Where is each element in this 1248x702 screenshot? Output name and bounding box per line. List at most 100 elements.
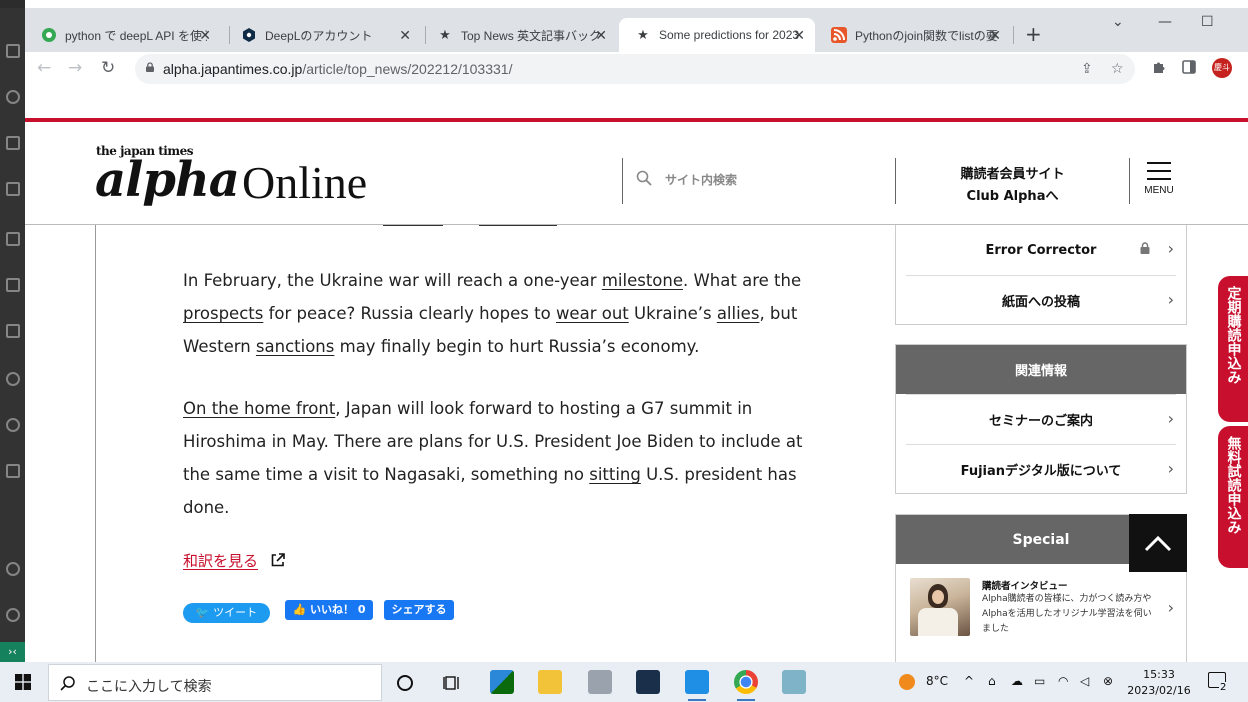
notebook-icon[interactable]: [6, 324, 20, 338]
gear-icon[interactable]: [6, 608, 20, 622]
deepl-icon: [241, 27, 257, 43]
browser-tab[interactable]: python で deepL API を使う ✕: [25, 18, 221, 52]
search-icon[interactable]: [636, 170, 652, 186]
chevron-up-icon: [1144, 535, 1172, 552]
sidebar-item-digital-edition[interactable]: Fujianデジタル版について ›: [906, 444, 1176, 494]
chevron-right-icon: ›: [1167, 409, 1174, 428]
browser-tab[interactable]: ★ Top News 英文記事バックナ ✕: [421, 18, 617, 52]
vocab-link[interactable]: On the home front: [183, 399, 335, 418]
extensions-icon[interactable]: [6, 232, 20, 246]
source-control-icon[interactable]: [6, 136, 20, 150]
text: In February, the Ukraine war will reach …: [183, 271, 602, 290]
tab-title: Some predictions for 2023: [659, 28, 800, 42]
profile-avatar[interactable]: 慶斗: [1212, 58, 1232, 78]
side-panel-icon[interactable]: [1182, 60, 1196, 78]
address-bar[interactable]: alpha.japantimes.co.jp/article/top_news/…: [135, 54, 1135, 84]
account-icon[interactable]: [6, 562, 20, 576]
close-icon[interactable]: ✕: [595, 27, 607, 44]
wifi-icon[interactable]: ◠: [1058, 674, 1068, 688]
vscode-app-icon[interactable]: [685, 670, 709, 701]
vocab-link[interactable]: milestone: [602, 271, 683, 290]
close-icon[interactable]: ✕: [989, 27, 1001, 44]
vocab-link[interactable]: wear out: [556, 304, 629, 323]
back-to-top-button[interactable]: [1129, 514, 1187, 572]
minimize-button[interactable]: —: [1158, 14, 1172, 30]
url-host: alpha.japantimes.co.jp: [163, 61, 303, 77]
tab-separator: [1013, 26, 1014, 44]
speaker-icon[interactable]: ◁: [1080, 674, 1089, 688]
remote-status-icon[interactable]: ›‹: [0, 642, 25, 662]
screen: ›‹ python で deepL API を使う ✕ DeepLのアカウント …: [0, 0, 1248, 702]
info-icon[interactable]: [6, 372, 20, 386]
calculator-icon[interactable]: [588, 670, 612, 694]
club-alpha-link[interactable]: 購読者会員サイト Club Alphaへ: [925, 164, 1100, 208]
remote-icon[interactable]: [6, 418, 20, 432]
notification-count: 2: [1219, 682, 1228, 693]
reload-button[interactable]: ↻: [101, 58, 115, 78]
maximize-button[interactable]: ☐: [1201, 14, 1214, 30]
cloud-icon[interactable]: ☁: [1011, 674, 1023, 688]
vocab-link[interactable]: sitting: [589, 465, 641, 484]
taskbar-search-input[interactable]: ここに入力して検索: [48, 664, 382, 701]
task-view-icon[interactable]: [443, 674, 461, 692]
text: , but: [759, 304, 798, 323]
tweet-button[interactable]: 🐦 ツイート: [183, 603, 270, 623]
sidebar-item-submission[interactable]: 紙面への投稿 ›: [906, 275, 1176, 325]
meet-icon[interactable]: ⌂: [988, 674, 996, 688]
store-app-icon[interactable]: [490, 670, 514, 694]
back-button[interactable]: ←: [37, 58, 51, 78]
lock-icon[interactable]: [145, 62, 155, 72]
translation-link[interactable]: 和訳を見る: [183, 550, 258, 571]
logo-online[interactable]: Online: [242, 156, 367, 209]
chevron-up-icon[interactable]: ^: [964, 674, 974, 688]
facebook-share-button[interactable]: シェアする: [384, 600, 454, 620]
testing-icon[interactable]: [6, 278, 20, 292]
share-icon[interactable]: ⇪: [1081, 61, 1093, 77]
ime-icon[interactable]: ⊗: [1103, 674, 1113, 688]
extensions-puzzle-icon[interactable]: [1152, 60, 1166, 78]
tab-search-icon[interactable]: ⌄: [1112, 14, 1124, 30]
taskbar-search-placeholder: ここに入力して検索: [86, 679, 212, 695]
text: Hiroshima in May. There are plans for U.…: [183, 432, 803, 451]
external-link-icon[interactable]: [270, 552, 286, 568]
weather-temperature[interactable]: 8°C: [926, 674, 948, 688]
prime-video-icon[interactable]: [636, 670, 660, 694]
chrome-app-icon[interactable]: [734, 670, 758, 701]
star-icon: ★: [637, 27, 649, 42]
trial-tab[interactable]: 無料試読申込み: [1218, 426, 1248, 568]
sidebar-item-error-corrector[interactable]: Error Corrector ›: [906, 225, 1176, 275]
search-icon[interactable]: [6, 90, 20, 104]
related-box: 関連情報 セミナーのご案内 › Fujianデジタル版について ›: [895, 344, 1187, 494]
debug-icon[interactable]: [6, 182, 20, 196]
browser-tab-active[interactable]: ★ Some predictions for 2023 ✕: [619, 18, 815, 52]
menu-button[interactable]: MENU: [1144, 162, 1174, 196]
subscribe-tab[interactable]: 定期購読申込み: [1218, 276, 1248, 422]
chevron-right-icon: ›: [1167, 290, 1174, 309]
close-icon[interactable]: ✕: [399, 27, 411, 44]
interview-title: 購読者インタビュー: [982, 581, 1068, 592]
site-search-input[interactable]: サイト内検索: [665, 171, 737, 188]
close-icon[interactable]: ✕: [199, 27, 211, 44]
close-icon[interactable]: ✕: [793, 27, 805, 44]
notepad-app-icon[interactable]: [782, 670, 806, 694]
facebook-like-button[interactable]: 👍 いいね！ 0: [285, 600, 373, 620]
windows-start-icon[interactable]: [15, 674, 31, 690]
logo-alpha[interactable]: alpha: [95, 152, 240, 208]
cortana-icon[interactable]: [396, 674, 414, 692]
forward-button[interactable]: →: [68, 58, 82, 78]
interview-card[interactable]: 購読者インタビュー Alpha購読者の皆様に、力がつく読み方やAlphaを活用し…: [896, 564, 1186, 652]
browser-tab[interactable]: DeepLのアカウント ✕: [225, 18, 421, 52]
new-tab-button[interactable]: +: [1025, 22, 1042, 46]
vocab-link[interactable]: allies: [717, 304, 760, 323]
explorer-icon[interactable]: [6, 44, 20, 58]
docker-icon[interactable]: [6, 464, 20, 478]
taskbar-clock[interactable]: 15:33 2023/02/16: [1124, 667, 1194, 699]
file-explorer-icon[interactable]: [538, 670, 562, 694]
vocab-link[interactable]: prospects: [183, 304, 263, 323]
bookmark-star-icon[interactable]: ☆: [1111, 61, 1124, 77]
weather-sun-icon[interactable]: [898, 673, 916, 691]
sidebar-item-seminar[interactable]: セミナーのご案内 ›: [906, 394, 1176, 444]
battery-icon[interactable]: ▭: [1034, 674, 1045, 688]
vocab-link[interactable]: sanctions: [256, 337, 334, 356]
browser-tab[interactable]: Pythonのjoin関数でlistの要 ✕: [815, 18, 1011, 52]
